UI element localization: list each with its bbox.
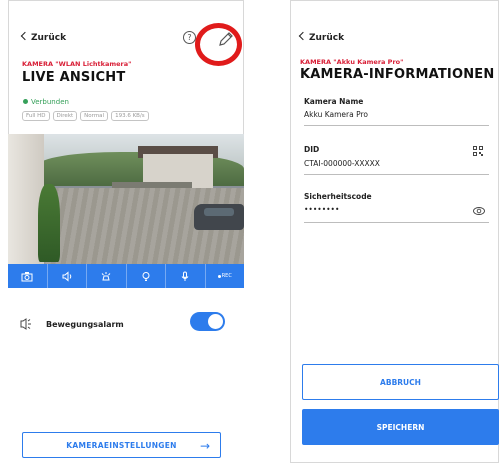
qr-code-icon[interactable]: [473, 146, 483, 156]
highlight-circle: [195, 23, 242, 66]
camera-control-bar: REC: [8, 264, 244, 288]
did-underline: [304, 174, 489, 175]
motion-alarm-icon: [20, 318, 31, 330]
cancel-button[interactable]: ABBRUCH: [302, 364, 499, 400]
security-code-underline: [304, 222, 489, 223]
record-label: REC: [221, 273, 232, 279]
badge-bitrate: 193.6 KB/s: [111, 111, 149, 121]
show-password-eye-icon[interactable]: [473, 207, 485, 215]
motion-alarm-toggle[interactable]: [190, 312, 225, 331]
arrow-right-icon: →: [199, 439, 210, 453]
back-label: Zurück: [31, 33, 67, 43]
bulb-icon: [142, 271, 150, 281]
light-icon: [101, 271, 111, 280]
page-title-right: KAMERA-INFORMATIONEN: [300, 67, 495, 82]
snapshot-button[interactable]: [8, 264, 48, 288]
stream-info-badges: Full HD Direkt Normal 193.6 KB/s: [22, 111, 149, 121]
camera-label-right: KAMERA "Akku Kamera Pro": [300, 58, 404, 66]
status-text: Verbunden: [31, 98, 69, 106]
speaker-button[interactable]: [48, 264, 87, 288]
did-label: DID: [304, 145, 320, 154]
microphone-button[interactable]: [166, 264, 206, 288]
camera-name-field[interactable]: Akku Kamera Pro: [304, 110, 368, 119]
security-code-field[interactable]: ••••••••: [304, 205, 339, 214]
motion-alarm-label: Bewegungsalarm: [46, 319, 124, 329]
cancel-label: ABBRUCH: [380, 377, 421, 387]
camera-settings-button[interactable]: KAMERAEINSTELLUNGEN →: [22, 432, 221, 458]
speaker-icon: [62, 270, 71, 282]
record-icon: [217, 274, 221, 278]
help-icon[interactable]: ?: [183, 31, 196, 44]
microphone-icon: [181, 271, 189, 281]
toggle-knob: [208, 314, 223, 329]
bulb-button[interactable]: [127, 264, 166, 288]
back-button[interactable]: Zurück: [20, 31, 67, 43]
camera-name-underline: [304, 125, 489, 126]
camera-label: KAMERA "WLAN Lichtkamera": [22, 60, 132, 68]
live-view-screen: Zurück ? KAMERA "WLAN Lichtkamera" LIVE …: [8, 0, 244, 463]
badge-connection: Direkt: [52, 111, 78, 121]
badge-resolution: Full HD: [22, 111, 50, 121]
light-button[interactable]: [87, 264, 127, 288]
chevron-left-icon: [20, 31, 30, 41]
status-dot-icon: [23, 99, 28, 104]
record-button[interactable]: REC: [206, 264, 245, 288]
back-button-right[interactable]: Zurück: [298, 31, 345, 43]
snapshot-icon: [21, 271, 33, 281]
video-bush: [38, 184, 60, 262]
security-code-label: Sicherheitscode: [304, 192, 372, 201]
did-field[interactable]: CTAI-000000-XXXXX: [304, 159, 380, 168]
save-label: SPEICHERN: [376, 422, 425, 432]
camera-info-screen: Zurück KAMERA "Akku Kamera Pro" KAMERA-I…: [290, 0, 499, 463]
page-title: LIVE ANSICHT: [22, 70, 126, 85]
connection-status: Verbunden: [23, 98, 69, 106]
camera-settings-label: KAMERAEINSTELLUNGEN: [66, 440, 177, 450]
motion-alarm-row: Bewegungsalarm: [18, 318, 124, 330]
live-video-feed[interactable]: [8, 134, 244, 264]
badge-mode: Normal: [80, 111, 109, 121]
back-label-right: Zurück: [309, 33, 345, 43]
video-car-window: [204, 208, 234, 216]
chevron-left-icon: [298, 31, 308, 41]
save-button[interactable]: SPEICHERN: [302, 409, 499, 445]
camera-name-label: Kamera Name: [304, 97, 364, 106]
